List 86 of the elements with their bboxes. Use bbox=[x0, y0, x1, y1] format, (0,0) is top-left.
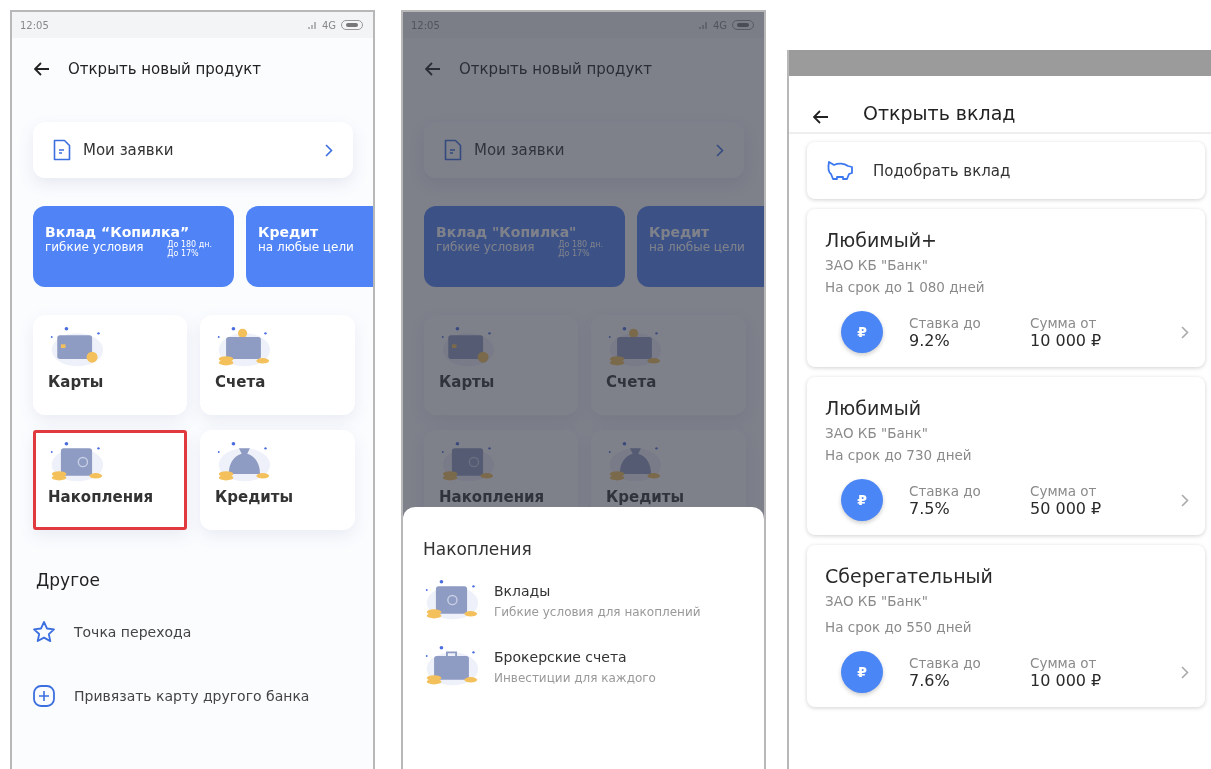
tile-label: Карты bbox=[48, 373, 105, 391]
amount-value: 50 000 ₽ bbox=[1030, 498, 1103, 518]
deposit-card[interactable]: Любимый ЗАО КБ "Банк" На срок до 730 дней ₽ Ставка до 7.5% Сумма от 50 000 ₽ bbox=[807, 377, 1205, 535]
tile-label: Кредиты bbox=[215, 488, 295, 506]
rate-label: Ставка до bbox=[909, 314, 982, 331]
bank-name: ЗАО КБ "Банк" bbox=[825, 425, 929, 441]
sheet-item-subtitle: Инвестиции для каждого bbox=[494, 671, 656, 685]
battery-icon bbox=[341, 20, 363, 30]
bank-name: ЗАО КБ "Банк" bbox=[825, 593, 929, 609]
promo-subtitle: на любые цели bbox=[649, 240, 745, 254]
chevron-right-icon bbox=[1181, 493, 1189, 507]
tile-label: Кредиты bbox=[606, 488, 686, 506]
promo-title: Кредит bbox=[258, 224, 320, 240]
promo-detail: До 17% bbox=[558, 249, 591, 258]
amount-value: 10 000 ₽ bbox=[1030, 670, 1103, 690]
ruble-badge: ₽ bbox=[841, 479, 883, 521]
tile-label: Карты bbox=[439, 373, 496, 391]
star-icon bbox=[32, 620, 56, 644]
amount-label: Сумма от bbox=[1030, 314, 1098, 331]
deposit-term: На срок до 550 дней bbox=[825, 619, 973, 635]
product-tile[interactable]: Счета bbox=[200, 315, 355, 415]
screen-title: Открыть новый продукт bbox=[459, 60, 653, 78]
amount-label: Сумма от bbox=[1030, 482, 1098, 499]
applications-card[interactable]: Мои заявки bbox=[33, 122, 353, 178]
chevron-right-icon bbox=[1181, 325, 1189, 339]
amount-label: Сумма от bbox=[1030, 654, 1098, 671]
chevron-right-icon bbox=[716, 143, 724, 157]
chevron-right-icon bbox=[325, 143, 333, 157]
applications-label: Мои заявки bbox=[83, 141, 175, 159]
promo-detail: До 17% bbox=[167, 249, 200, 258]
promo-card[interactable]: Кредит на любые цели bbox=[246, 206, 373, 287]
sheet-item-title[interactable]: Брокерские счета bbox=[494, 649, 656, 665]
signal-icon bbox=[698, 21, 708, 29]
ruble-badge: ₽ bbox=[841, 311, 883, 353]
promo-subtitle: гибкие условия bbox=[45, 240, 144, 256]
deposit-card[interactable]: Любимый+ ЗАО КБ "Банк" На срок до 1 080 дней ₽ Ставка до 9.2% Сумма от 10 000 ₽ bbox=[807, 209, 1205, 367]
network-type: 4G bbox=[321, 19, 336, 31]
rate-value: 9.2% bbox=[909, 330, 951, 350]
product-tile[interactable]: Кредиты bbox=[200, 430, 355, 530]
ruble-badge: ₽ bbox=[841, 651, 883, 693]
tile-label: Накопления bbox=[439, 488, 546, 506]
chevron-right-icon bbox=[1181, 665, 1189, 679]
status-time: 12:05 bbox=[20, 19, 49, 31]
signal-icon bbox=[307, 21, 317, 29]
deposit-name: Любимый+ bbox=[825, 229, 938, 251]
promo-title: Вклад "Копилка" bbox=[436, 224, 578, 240]
promo-subtitle: на любые цели bbox=[258, 240, 354, 254]
tile-label: Счета bbox=[215, 373, 267, 391]
tile-label: Накопления bbox=[48, 488, 155, 506]
battery-icon bbox=[732, 20, 754, 30]
rate-value: 7.5% bbox=[909, 498, 951, 518]
product-tile[interactable]: Накопления bbox=[33, 430, 187, 530]
promo-card[interactable]: Вклад “Копилка” гибкие условия До 180 дн. До 17% bbox=[33, 206, 234, 287]
sheet-title: Накопления bbox=[423, 539, 533, 559]
document-icon bbox=[444, 139, 462, 161]
rate-label: Ставка до bbox=[909, 654, 982, 671]
screen-title: Открыть новый продукт bbox=[68, 60, 262, 78]
rate-label: Ставка до bbox=[909, 482, 982, 499]
deposit-card[interactable]: Сберегательный ЗАО КБ "Банк" На срок до 550 дней ₽ Ставка до 7.6% Сумма от 10 000 ₽ bbox=[807, 545, 1205, 707]
deposit-term: На срок до 730 дней bbox=[825, 447, 973, 463]
deposit-picker-card[interactable]: Подобрать вклад bbox=[807, 142, 1205, 199]
promo-title: Кредит bbox=[649, 224, 711, 240]
sheet-item-subtitle: Гибкие условия для накоплений bbox=[494, 605, 701, 619]
sheet-item-title[interactable]: Вклады bbox=[494, 583, 701, 599]
promo-title: Вклад “Копилка” bbox=[45, 224, 191, 240]
applications-label: Мои заявки bbox=[474, 141, 566, 159]
back-arrow-icon[interactable] bbox=[34, 62, 50, 76]
deposit-term: На срок до 1 080 дней bbox=[825, 279, 986, 295]
tile-label: Счета bbox=[606, 373, 658, 391]
deposit-name: Сберегательный bbox=[825, 565, 994, 587]
document-icon bbox=[53, 139, 71, 161]
bank-name: ЗАО КБ "Банк" bbox=[825, 257, 929, 273]
deposit-name: Любимый bbox=[825, 397, 923, 419]
piggy-bank-icon bbox=[825, 158, 855, 183]
section-heading: Другое bbox=[36, 570, 101, 590]
amount-value: 10 000 ₽ bbox=[1030, 330, 1103, 350]
add-icon bbox=[32, 684, 56, 708]
menu-item[interactable]: Привязать карту другого банка bbox=[32, 684, 373, 708]
menu-item[interactable]: Точка перехода bbox=[32, 620, 373, 644]
screen-title: Открыть вклад bbox=[863, 102, 1016, 124]
promo-detail: До 180 дн. bbox=[167, 240, 212, 249]
back-arrow-icon[interactable] bbox=[813, 110, 829, 124]
product-tile[interactable]: Карты bbox=[33, 315, 187, 415]
rate-value: 7.6% bbox=[909, 670, 951, 690]
deposit-picker-label: Подобрать вклад bbox=[873, 161, 1011, 180]
promo-subtitle: гибкие условия bbox=[436, 240, 535, 256]
